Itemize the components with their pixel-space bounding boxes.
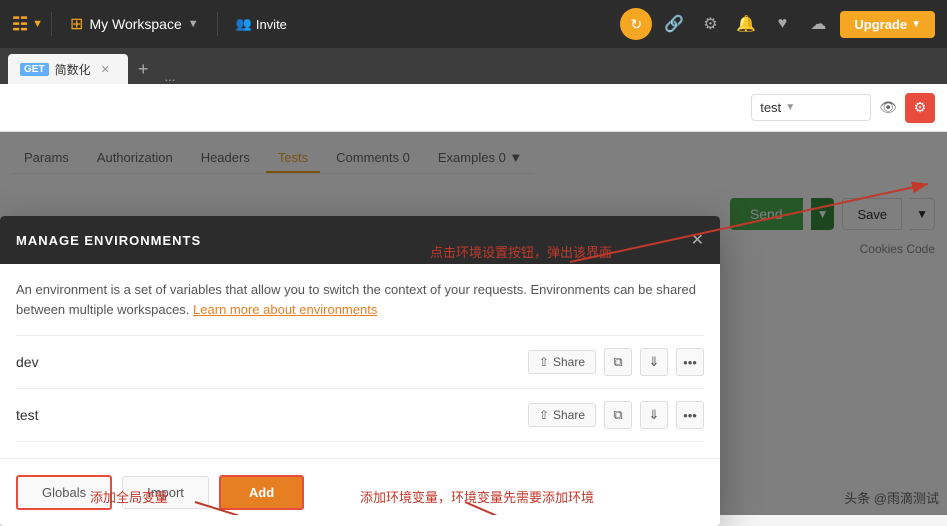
- sync-button[interactable]: ↻: [620, 8, 652, 40]
- share-icon-test: ⇧: [539, 408, 549, 422]
- env-actions-dev: ⇧ Share ⧉ ⇓ •••: [528, 348, 704, 376]
- address-bar: test ▼ 👁 ⚙: [0, 84, 947, 132]
- env-value: test: [760, 100, 781, 115]
- invite-label: Invite: [256, 17, 287, 32]
- modal-title: MANAGE ENVIRONMENTS: [16, 233, 201, 248]
- invite-icon: 👥: [236, 16, 252, 32]
- globals-button[interactable]: Globals: [16, 475, 112, 510]
- share-icon-dev: ⇧: [539, 355, 549, 369]
- settings-icon[interactable]: ⚙: [696, 10, 724, 38]
- main-content: Params Authorization Headers Tests Comme…: [0, 132, 947, 515]
- cloud-icon[interactable]: ☁: [804, 10, 832, 38]
- modal-body: An environment is a set of variables tha…: [0, 264, 720, 458]
- more-button-test[interactable]: •••: [676, 401, 704, 429]
- watermark: 头条 @雨滴测试: [844, 488, 939, 507]
- manage-environments-modal: MANAGE ENVIRONMENTS ✕ An environment is …: [0, 216, 720, 526]
- navbar-brand[interactable]: ☷ ▼: [12, 14, 43, 35]
- share-button-test[interactable]: ⇧ Share: [528, 403, 596, 427]
- bell-icon[interactable]: 🔔: [732, 10, 760, 38]
- tab-name: 简数化: [55, 61, 91, 78]
- navbar-divider: [51, 12, 52, 36]
- modal-close-button[interactable]: ✕: [691, 230, 704, 250]
- modal-description: An environment is a set of variables tha…: [16, 280, 704, 319]
- duplicate-button-dev[interactable]: ⧉: [604, 348, 632, 376]
- env-name-test: test: [16, 407, 528, 423]
- env-eye-button[interactable]: 👁: [879, 99, 897, 116]
- add-tab-button[interactable]: +: [130, 54, 157, 84]
- environment-select[interactable]: test ▼: [751, 94, 871, 121]
- modal-footer: Globals Import Add: [0, 458, 720, 526]
- share-label-dev: Share: [553, 355, 585, 369]
- workspace-chevron: ▼: [188, 18, 199, 30]
- share-button-dev[interactable]: ⇧ Share: [528, 350, 596, 374]
- environment-list: dev ⇧ Share ⧉ ⇓ ••• test: [16, 335, 704, 442]
- tab-1[interactable]: GET 简数化 ✕: [8, 54, 128, 84]
- import-button[interactable]: Import: [122, 476, 209, 509]
- navbar-left: ☷ ▼ ⊞ My Workspace ▼ 👥 Invite: [12, 8, 297, 40]
- env-item-dev: dev ⇧ Share ⧉ ⇓ •••: [16, 336, 704, 389]
- grid-icon: ⊞: [70, 14, 83, 34]
- modal-header: MANAGE ENVIRONMENTS ✕: [0, 216, 720, 264]
- workspace-label: My Workspace: [89, 16, 181, 32]
- upgrade-button[interactable]: Upgrade ▼: [840, 11, 935, 38]
- download-button-test[interactable]: ⇓: [640, 401, 668, 429]
- env-chevron: ▼: [785, 102, 795, 113]
- gear-button[interactable]: ⚙: [905, 93, 935, 123]
- navbar-divider2: [217, 12, 218, 36]
- navbar-workspace[interactable]: ⊞ My Workspace ▼: [60, 8, 209, 40]
- invite-button[interactable]: 👥 Invite: [226, 11, 297, 37]
- add-button[interactable]: Add: [219, 475, 304, 510]
- navbar: ☷ ▼ ⊞ My Workspace ▼ 👥 Invite ↻ 🔗 ⚙ 🔔 ♥ …: [0, 0, 947, 48]
- tabs-bar: GET 简数化 ✕ + ...: [0, 48, 947, 84]
- upgrade-chevron: ▼: [911, 19, 921, 30]
- tab-close-button[interactable]: ✕: [101, 63, 110, 76]
- download-button-dev[interactable]: ⇓: [640, 348, 668, 376]
- duplicate-button-test[interactable]: ⧉: [604, 401, 632, 429]
- heart-icon[interactable]: ♥: [768, 10, 796, 38]
- brand-icon: ☷: [12, 14, 28, 35]
- env-item-test: test ⇧ Share ⧉ ⇓ •••: [16, 389, 704, 442]
- brand-chevron: ▼: [32, 18, 43, 30]
- env-actions-test: ⇧ Share ⧉ ⇓ •••: [528, 401, 704, 429]
- more-tabs-button[interactable]: ...: [159, 69, 182, 84]
- upgrade-label: Upgrade: [854, 17, 907, 32]
- share-label-test: Share: [553, 408, 585, 422]
- navbar-right: ↻ 🔗 ⚙ 🔔 ♥ ☁ Upgrade ▼: [620, 8, 935, 40]
- env-name-dev: dev: [16, 354, 528, 370]
- learn-more-link[interactable]: Learn more about environments: [193, 302, 377, 317]
- webhook-icon[interactable]: 🔗: [660, 10, 688, 38]
- more-button-dev[interactable]: •••: [676, 348, 704, 376]
- method-badge: GET: [20, 63, 49, 76]
